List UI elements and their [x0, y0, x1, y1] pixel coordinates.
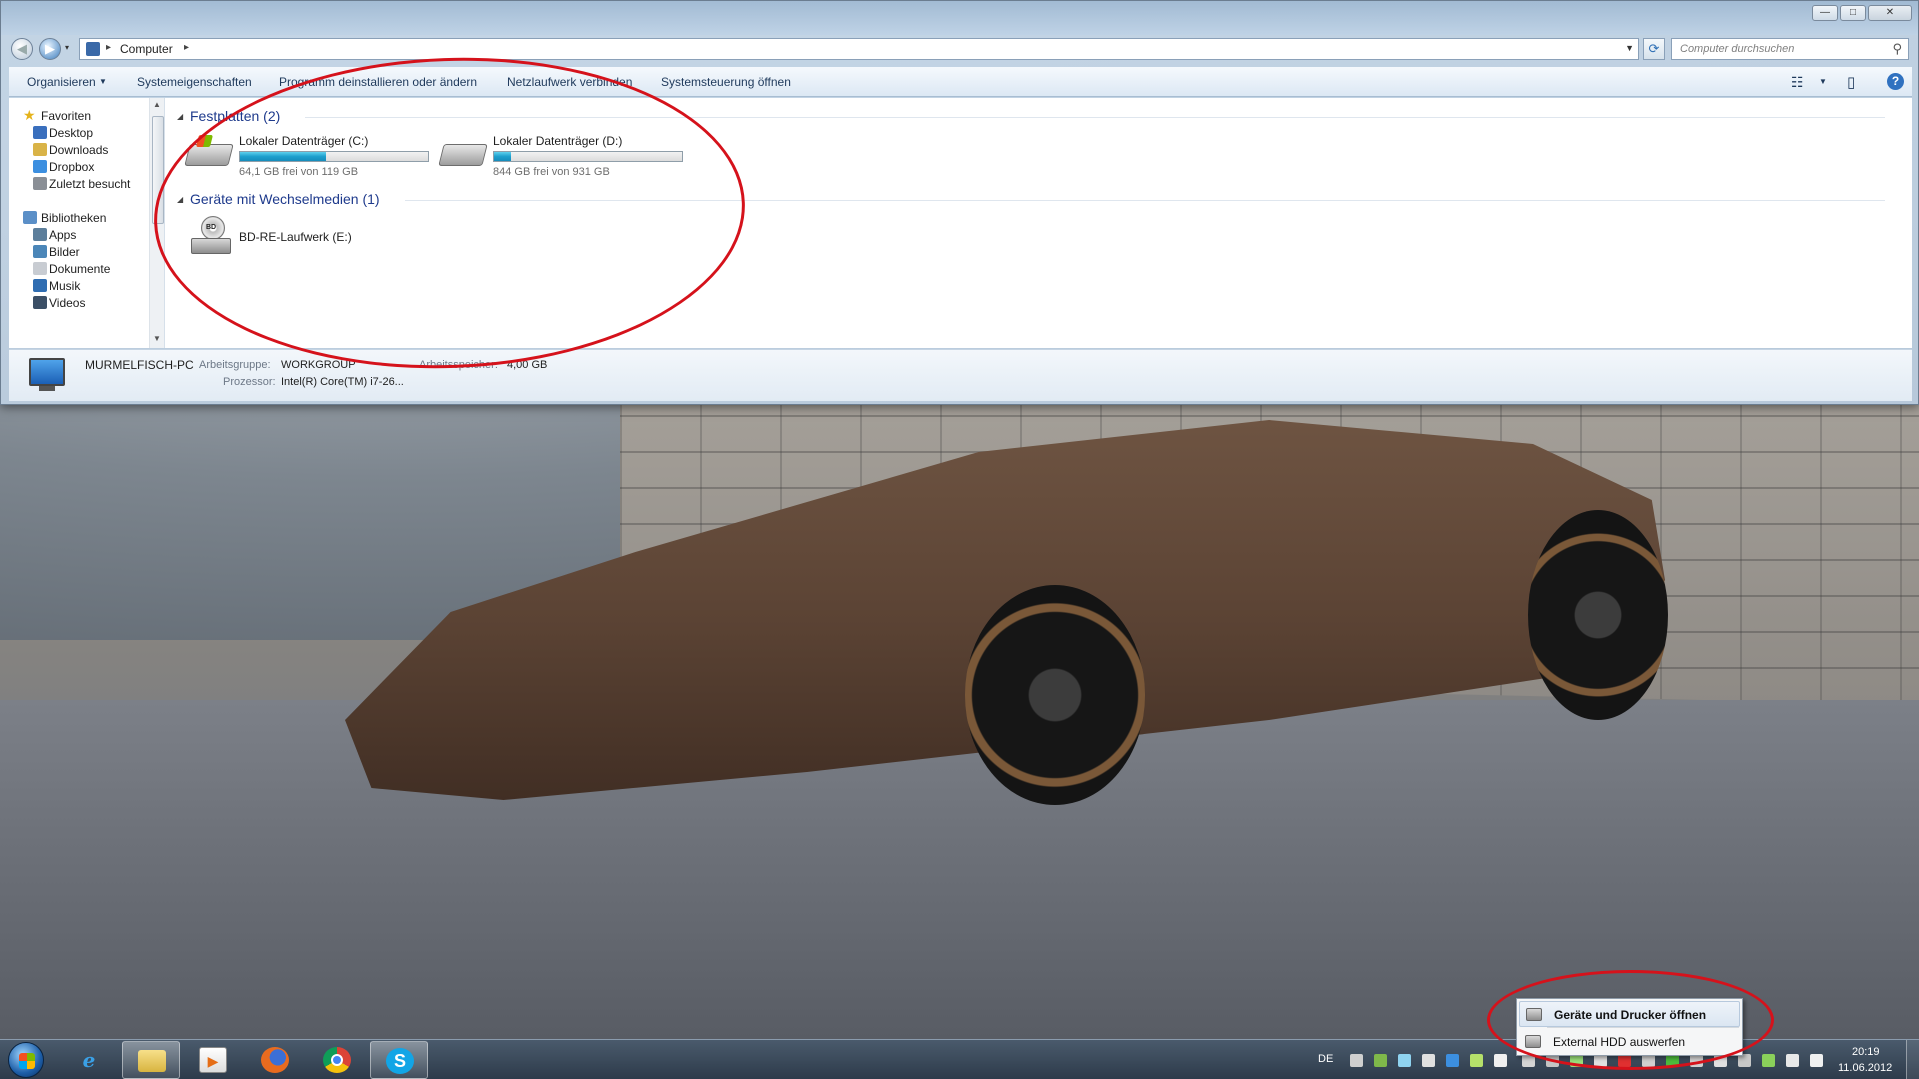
taskbar-app-media-player[interactable]: ▶ — [184, 1041, 242, 1079]
monitor-stand-icon — [39, 386, 55, 391]
star-icon: ★ — [23, 107, 36, 123]
recent-places-icon — [33, 177, 47, 190]
system-properties-button[interactable]: Systemeigenschaften — [137, 75, 252, 89]
volume-icon[interactable] — [1786, 1054, 1799, 1067]
videos-library-icon — [33, 296, 47, 309]
sidebar-item-label: Desktop — [49, 126, 94, 140]
wallpaper-car-rear-wheel — [1528, 510, 1668, 720]
folder-icon — [138, 1050, 166, 1072]
computer-icon — [86, 42, 100, 56]
organize-menu[interactable]: Organisieren — [27, 75, 96, 89]
collapse-group-icon[interactable]: ◢ — [177, 112, 183, 121]
navigation-bar: ◀ ▶ ▾ ▸ Computer ▸ ▼ ⟳ Computer durchsuc… — [9, 37, 1912, 61]
details-pane: MURMELFISCH-PC Arbeitsgruppe: WORKGROUP … — [9, 349, 1912, 401]
processor-label: Prozessor: — [223, 376, 276, 388]
minimize-button[interactable]: — — [1812, 5, 1838, 21]
sidebar-item-label: Bibliotheken — [41, 211, 107, 225]
tray-nvidia-icon[interactable] — [1374, 1054, 1387, 1067]
music-library-icon — [33, 279, 47, 292]
help-icon[interactable]: ? — [1887, 73, 1904, 90]
documents-library-icon — [33, 262, 47, 275]
maximize-button[interactable]: □ — [1840, 5, 1866, 21]
chrome-icon — [323, 1047, 351, 1073]
clock-date[interactable]: 11.06.2012 — [1838, 1062, 1892, 1074]
taskbar-app-internet-explorer[interactable]: e — [60, 1041, 118, 1079]
tray-network-icon[interactable] — [1762, 1054, 1775, 1067]
taskbar-app-firefox[interactable] — [246, 1041, 304, 1079]
scroll-up-icon[interactable]: ▲ — [153, 100, 161, 109]
sidebar-item-label: Dropbox — [49, 160, 95, 174]
breadcrumb-computer[interactable]: Computer — [120, 42, 173, 56]
sidebar-item-label: Downloads — [49, 143, 109, 157]
address-bar[interactable]: ▸ Computer ▸ ▼ — [79, 38, 1639, 60]
windows-logo-icon — [19, 1053, 35, 1069]
skype-icon: S — [386, 1048, 414, 1074]
internet-explorer-icon: e — [82, 1048, 96, 1072]
computer-name: MURMELFISCH-PC — [85, 358, 194, 372]
apps-library-icon — [33, 228, 47, 241]
navigation-pane: ★ Favoriten Desktop Downloads Dropbox Zu… — [9, 98, 165, 348]
desktop-icon — [33, 126, 47, 139]
chevron-down-icon[interactable]: ▼ — [1819, 77, 1827, 86]
start-button[interactable] — [8, 1042, 44, 1078]
dropbox-icon — [33, 160, 47, 173]
tray-network-share-icon[interactable] — [1398, 1054, 1411, 1067]
preview-pane-icon[interactable]: ▯ — [1847, 73, 1855, 91]
close-button[interactable]: ✕ — [1868, 5, 1912, 21]
tray-steam-icon[interactable] — [1494, 1054, 1507, 1067]
workgroup-label: Arbeitsgruppe: — [199, 359, 271, 371]
taskbar-app-skype[interactable]: S — [370, 1041, 428, 1079]
sidebar-item-label: Bilder — [49, 245, 80, 259]
sidebar-item-label: Zuletzt besucht — [49, 177, 131, 191]
chevron-down-icon[interactable]: ▼ — [99, 77, 107, 86]
sidebar-item-label: Favoriten — [41, 109, 92, 123]
taskbar-app-windows-explorer[interactable] — [122, 1041, 180, 1079]
tray-green-icon[interactable] — [1470, 1054, 1483, 1067]
processor-value: Intel(R) Core(TM) i7-26... — [281, 376, 404, 388]
tray-dropbox-icon[interactable] — [1446, 1054, 1459, 1067]
taskbar-app-chrome[interactable] — [308, 1041, 366, 1079]
sidebar-item-label: Musik — [49, 279, 81, 293]
search-input[interactable]: Computer durchsuchen ⚲ — [1671, 38, 1909, 60]
language-indicator[interactable]: DE — [1318, 1053, 1333, 1065]
address-dropdown-icon[interactable]: ▼ — [1625, 43, 1634, 53]
media-player-icon: ▶ — [199, 1047, 227, 1073]
refresh-button[interactable]: ⟳ — [1643, 38, 1665, 60]
libraries-icon — [23, 211, 37, 224]
open-control-panel-button[interactable]: Systemsteuerung öffnen — [661, 75, 791, 89]
scroll-down-icon[interactable]: ▼ — [153, 334, 161, 343]
chrome-center-icon — [331, 1054, 343, 1066]
search-icon[interactable]: ⚲ — [1892, 41, 1902, 57]
workgroup-value: WORKGROUP — [281, 359, 356, 371]
sidebar-item-label: Videos — [49, 296, 86, 310]
clock-time[interactable]: 20:19 — [1852, 1046, 1880, 1058]
action-center-flag-icon[interactable] — [1810, 1054, 1823, 1067]
breadcrumb-separator-icon[interactable]: ▸ — [184, 42, 189, 53]
tray-settings-icon[interactable] — [1350, 1054, 1363, 1067]
computer-monitor-icon — [29, 358, 65, 386]
change-view-icon[interactable]: ☷ — [1791, 74, 1804, 91]
firefox-icon — [261, 1047, 289, 1073]
downloads-folder-icon — [33, 143, 47, 156]
tray-app-icon[interactable] — [1422, 1054, 1435, 1067]
breadcrumb-separator-icon[interactable]: ▸ — [106, 42, 111, 53]
wallpaper-car-front-wheel — [965, 585, 1145, 805]
search-placeholder: Computer durchsuchen — [1680, 43, 1795, 55]
back-button[interactable]: ◀ — [11, 38, 33, 60]
show-desktop-button[interactable] — [1906, 1040, 1919, 1079]
annotation-ellipse-tray-menu — [1487, 970, 1774, 1070]
sidebar-item-label: Dokumente — [49, 262, 111, 276]
forward-button[interactable]: ▶ — [39, 38, 61, 60]
sidebar-item-label: Apps — [49, 228, 77, 242]
recent-pages-dropdown-icon[interactable]: ▾ — [65, 43, 69, 52]
pictures-library-icon — [33, 245, 47, 258]
window-title-bar[interactable] — [1, 1, 1918, 35]
